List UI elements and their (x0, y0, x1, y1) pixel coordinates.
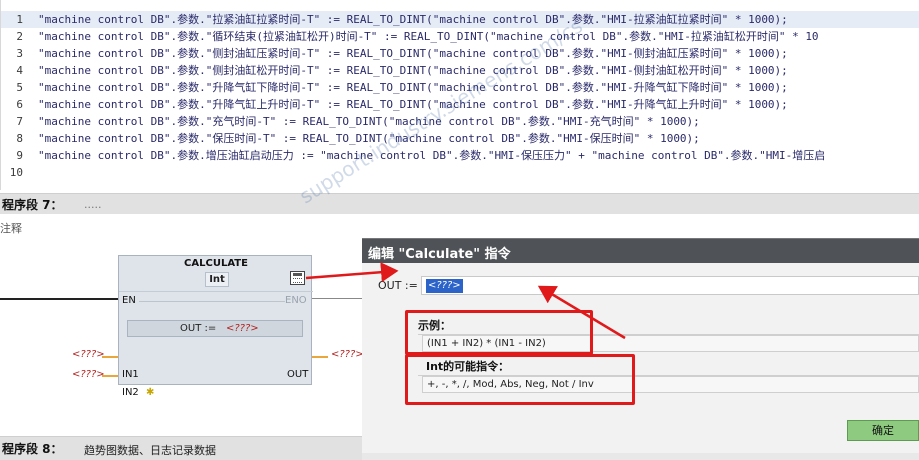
code-text[interactable]: "machine control DB".参数."充气时间-T" := REAL… (38, 113, 700, 130)
expression-placeholder[interactable]: <???> (226, 321, 259, 336)
network-8-description[interactable]: 趋势图数据、日志记录数据 (84, 442, 216, 458)
code-line[interactable]: 10 (1, 164, 919, 181)
pin-in1: IN1 (122, 369, 139, 380)
line-number: 4 (16, 64, 23, 77)
code-line[interactable]: 8 "machine control DB".参数."保压时间-T" := REA… (1, 130, 919, 147)
ok-button[interactable]: 确定 (847, 420, 919, 441)
code-line[interactable]: 4 "machine control DB".参数."侧封油缸松开时间-T" :=… (1, 62, 919, 79)
in1-wire (102, 356, 118, 358)
power-rail (0, 298, 118, 300)
scl-code-editor[interactable]: 1 "machine control DB".参数."拉紧油缸拉紧时间-T" :=… (0, 0, 919, 190)
network-8-title: 程序段 8： (2, 442, 63, 456)
box-name: CALCULATE (184, 258, 248, 269)
dialog-footer (362, 453, 919, 460)
expression-out-label: OUT := (180, 323, 217, 334)
pin-in2: IN2 (122, 387, 139, 398)
code-line[interactable]: 9 "machine control DB".参数.增压油缸启动压力 := "ma… (1, 147, 919, 164)
code-text[interactable]: "machine control DB".参数."保压时间-T" := REAL… (38, 130, 700, 147)
annotation-box-instructions (405, 354, 635, 405)
pin-eno: ENO (285, 295, 307, 306)
line-number: 10 (9, 166, 23, 179)
box-type-selector[interactable]: Int (205, 272, 229, 287)
line-number: 7 (16, 115, 23, 128)
code-line[interactable]: 6 "machine control DB".参数."升降气缸上升时间-T" :=… (1, 96, 919, 113)
expression-field[interactable]: OUT := <???> (127, 320, 303, 337)
in1-operand[interactable]: <???> (72, 349, 105, 360)
in2-operand[interactable]: <???> (72, 369, 105, 380)
code-text[interactable]: "machine control DB".参数."侧封油缸压紧时间-T" := … (38, 45, 788, 62)
out-wire (312, 356, 328, 358)
code-text[interactable]: "machine control DB".参数."循环结束(拉紧油缸松开)时间-… (38, 28, 819, 45)
dialog-title: 编辑 "Calculate" 指令 (368, 247, 511, 262)
code-line[interactable]: 7 "machine control DB".参数."充气时间-T" := REA… (1, 113, 919, 130)
out-operand[interactable]: <???> (331, 349, 364, 360)
code-line[interactable]: 3 "machine control DB".参数."侧封油缸压紧时间-T" :=… (1, 45, 919, 62)
calculator-icon[interactable] (290, 271, 305, 285)
code-text[interactable]: "machine control DB".参数."拉紧油缸拉紧时间-T" := … (38, 11, 788, 28)
calculate-box[interactable]: CALCULATE Int EN ENO OUT := <???> IN1 IN… (118, 255, 313, 398)
comment-label: 注释 (0, 222, 22, 235)
line-number: 2 (16, 30, 23, 43)
line-number: 6 (16, 98, 23, 111)
code-text[interactable]: "machine control DB".参数."侧封油缸松开时间-T" := … (38, 62, 788, 79)
line-number: 8 (16, 132, 23, 145)
network-comment-row[interactable]: 注释 (0, 216, 919, 238)
add-input-star-icon[interactable]: ✱ (146, 387, 154, 398)
code-text[interactable]: "machine control DB".参数."升降气缸上升时间-T" := … (38, 96, 788, 113)
in2-wire (102, 375, 118, 377)
code-line[interactable]: 1 "machine control DB".参数."拉紧油缸拉紧时间-T" :=… (1, 11, 919, 28)
code-line[interactable]: 2 "machine control DB".参数."循环结束(拉紧油缸松开)时间… (1, 28, 919, 45)
line-number: 9 (16, 149, 23, 162)
pin-en: EN (122, 295, 136, 306)
expression-input[interactable]: <???> (421, 276, 919, 295)
network-7-description[interactable]: ..... (84, 198, 101, 211)
expression-input-selection[interactable]: <???> (426, 279, 463, 293)
line-number: 5 (16, 81, 23, 94)
tia-portal-editor: 1 "machine control DB".参数."拉紧油缸拉紧时间-T" :=… (0, 0, 919, 460)
code-text[interactable]: "machine control DB".参数."升降气缸下降时间-T" := … (38, 79, 788, 96)
line-number: 3 (16, 47, 23, 60)
code-text[interactable]: "machine control DB".参数.增压油缸启动压力 := "mac… (38, 147, 825, 164)
en-eno-line (139, 301, 285, 302)
eno-wire (312, 298, 362, 299)
network-7-header[interactable]: 程序段 7： ..... (0, 193, 919, 214)
box-divider (119, 291, 313, 292)
annotation-box-example (405, 310, 593, 355)
code-line[interactable]: 5 "machine control DB".参数."升降气缸下降时间-T" :=… (1, 79, 919, 96)
out-label: OUT := (378, 279, 418, 292)
line-number: 1 (16, 13, 23, 26)
pin-out: OUT (287, 369, 309, 380)
network-7-title: 程序段 7： (2, 198, 63, 212)
